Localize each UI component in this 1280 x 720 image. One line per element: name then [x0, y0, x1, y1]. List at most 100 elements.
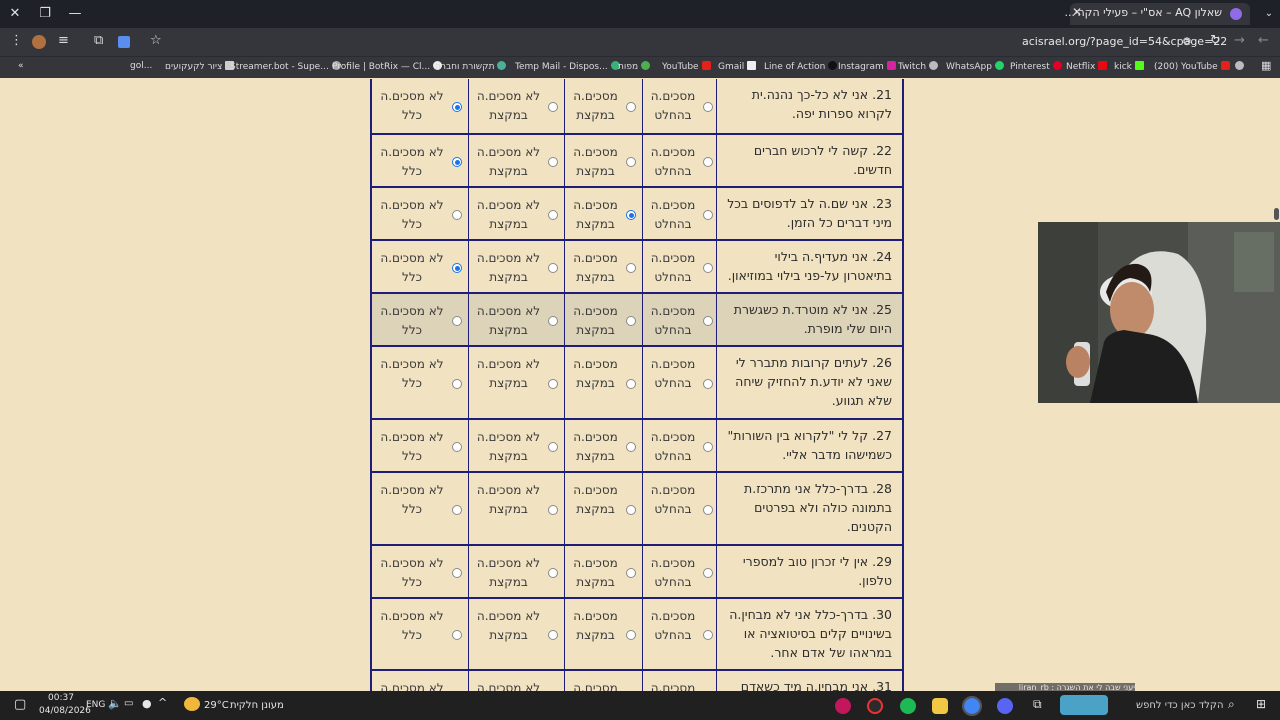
radio-button[interactable] — [548, 102, 558, 112]
radio-button[interactable] — [703, 102, 713, 112]
bookmark-12[interactable]: WhatsApp — [946, 61, 1004, 72]
discord-icon[interactable] — [997, 698, 1013, 714]
radio-button[interactable] — [548, 157, 558, 167]
bookmark-1[interactable]: ציור לקעקועים — [165, 61, 235, 72]
radio-button[interactable] — [703, 210, 713, 220]
radio-button[interactable] — [626, 442, 636, 452]
app-icon-1[interactable] — [835, 698, 851, 714]
network-icon[interactable]: ▭ — [124, 698, 133, 709]
menu-icon[interactable]: ⋮ — [10, 33, 23, 48]
bookmark-8[interactable]: Gmail — [718, 61, 757, 72]
answer-option[interactable]: מסכים.ה במקצת — [564, 473, 642, 544]
bookmark-16[interactable]: (200) YouTube — [1154, 61, 1230, 72]
weather-description[interactable]: מעונן חלקית — [230, 700, 284, 711]
radio-button[interactable] — [703, 263, 713, 273]
bookmark-9[interactable]: Line of Action — [764, 61, 838, 72]
radio-button[interactable] — [548, 316, 558, 326]
bookmark-0[interactable]: gol... — [130, 61, 152, 71]
bookmarks-overflow-icon[interactable]: « — [18, 61, 24, 71]
active-tab[interactable]: ✕ שאלון AQ – אס"י – פעילי הקהי... — [1065, 3, 1250, 25]
volume-icon[interactable]: 🔈 — [108, 697, 122, 710]
radio-button[interactable] — [626, 263, 636, 273]
file-explorer-icon[interactable] — [932, 698, 948, 714]
bookmark-3[interactable]: Profile | BotRix — Cl... — [332, 61, 443, 72]
answer-option[interactable]: מסכים.ה בהחלט — [642, 473, 719, 544]
answer-option[interactable]: מסכים.ה בהחלט — [642, 671, 719, 691]
spotify-icon[interactable] — [900, 698, 916, 714]
notifications-icon[interactable]: ▢ — [14, 697, 26, 712]
answer-option[interactable]: לא מסכים.ה במקצת — [468, 241, 564, 292]
answer-option[interactable]: לא מסכים.ה במקצת — [468, 599, 564, 669]
answer-option[interactable]: לא מסכים.ה כלל — [372, 599, 468, 669]
radio-button[interactable] — [703, 442, 713, 452]
radio-button[interactable] — [452, 505, 462, 515]
answer-option[interactable]: מסכים.ה בהחלט — [642, 294, 719, 345]
answer-option[interactable]: לא מסכים.ה במקצת — [468, 135, 564, 186]
radio-button[interactable] — [548, 505, 558, 515]
app-icon-2[interactable] — [867, 698, 883, 714]
answer-option[interactable]: לא מסכים.ה כלל — [372, 135, 468, 186]
answer-option[interactable]: לא מסכים.ה במקצת — [468, 188, 564, 239]
answer-option[interactable]: לא מסכים.ה כלל — [372, 188, 468, 239]
radio-button[interactable] — [548, 630, 558, 640]
radio-button[interactable] — [703, 568, 713, 578]
bookmark-15[interactable]: kick — [1114, 61, 1144, 72]
radio-button[interactable] — [626, 379, 636, 389]
radio-button[interactable] — [626, 505, 636, 515]
bookmark-2[interactable]: Streamer.bot - Supe... — [230, 61, 341, 72]
radio-button[interactable] — [626, 210, 636, 220]
answer-option[interactable]: לא מסכים.ה במקצת — [468, 420, 564, 471]
radio-button[interactable] — [452, 102, 462, 112]
search-icon[interactable]: ⌕ — [1228, 697, 1235, 712]
radio-button[interactable] — [548, 263, 558, 273]
bookmark-7[interactable]: YouTube — [662, 61, 711, 72]
microphone-icon[interactable]: ● — [142, 697, 152, 710]
answer-option[interactable]: לא מסכים.ה כלל — [372, 79, 468, 133]
radio-button[interactable] — [452, 630, 462, 640]
radio-button[interactable] — [626, 102, 636, 112]
task-view-icon[interactable]: ⧉ — [1033, 697, 1042, 712]
bookmark-13[interactable]: Pinterest — [1010, 61, 1062, 72]
bookmark-star-icon[interactable]: ☆ — [150, 33, 162, 48]
scrollbar-thumb[interactable] — [1274, 208, 1279, 220]
all-bookmarks-icon[interactable]: ▦ — [1261, 59, 1271, 72]
bookmark-6[interactable]: מפות — [618, 61, 651, 72]
chrome-icon[interactable] — [962, 696, 982, 716]
answer-option[interactable]: מסכים.ה בהחלט — [642, 420, 719, 471]
tab-search-icon[interactable]: ⌄ — [1258, 4, 1280, 24]
reload-icon[interactable]: ↻ — [1210, 33, 1221, 48]
start-menu-icon[interactable]: ⊞ — [1256, 697, 1266, 711]
answer-option[interactable]: מסכים.ה בהחלט — [642, 241, 719, 292]
answer-option[interactable]: לא מסכים.ה במקצת — [468, 671, 564, 691]
answer-option[interactable]: מסכים.ה במקצת — [564, 420, 642, 471]
radio-button[interactable] — [548, 442, 558, 452]
answer-option[interactable]: לא מסכים.ה במקצת — [468, 473, 564, 544]
profile-avatar[interactable] — [32, 35, 46, 49]
answer-option[interactable]: מסכים.ה בהחלט — [642, 188, 719, 239]
answer-option[interactable]: לא מסכים.ה כלל — [372, 241, 468, 292]
answer-option[interactable]: לא מסכים.ה כלל — [372, 420, 468, 471]
answer-option[interactable]: לא מסכים.ה כלל — [372, 294, 468, 345]
radio-button[interactable] — [626, 316, 636, 326]
radio-button[interactable] — [703, 379, 713, 389]
tray-overflow-icon[interactable]: ^ — [158, 696, 167, 709]
minimize-window-icon[interactable]: — — [64, 4, 86, 24]
answer-option[interactable]: לא מסכים.ה במקצת — [468, 347, 564, 418]
bookmark-14[interactable]: Netflix — [1066, 61, 1108, 72]
close-window-icon[interactable]: ✕ — [4, 4, 26, 24]
radio-button[interactable] — [548, 379, 558, 389]
radio-button[interactable] — [703, 157, 713, 167]
answer-option[interactable]: מסכים.ה במקצת — [564, 79, 642, 133]
radio-button[interactable] — [703, 316, 713, 326]
reading-list-icon[interactable]: ≡ — [58, 33, 69, 48]
answer-option[interactable]: מסכים.ה בהחלט — [642, 347, 719, 418]
answer-option[interactable]: מסכים.ה במקצת — [564, 599, 642, 669]
radio-button[interactable] — [452, 442, 462, 452]
radio-button[interactable] — [452, 316, 462, 326]
radio-button[interactable] — [452, 379, 462, 389]
radio-button[interactable] — [452, 210, 462, 220]
answer-option[interactable]: מסכים.ה בהחלט — [642, 79, 719, 133]
answer-option[interactable]: לא מסכים.ה כלל — [372, 671, 468, 691]
radio-button[interactable] — [548, 568, 558, 578]
bookmark-17[interactable] — [1232, 61, 1244, 72]
